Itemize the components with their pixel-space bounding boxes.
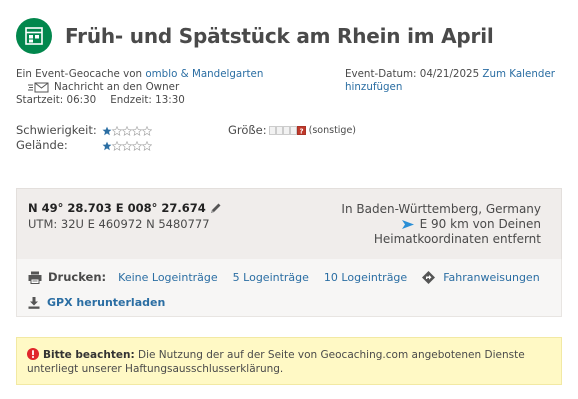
direction-arrow-icon [401, 220, 414, 229]
print-no-logs-link[interactable]: Keine Logeinträge [118, 271, 218, 284]
terrain-label: Gelände: [16, 138, 68, 152]
coordinates-panel: N 49° 28.703 E 008° 27.674 UTM: 32U E 46… [16, 188, 562, 260]
print-5-logs-link[interactable]: 5 Logeinträge [233, 271, 309, 284]
warning-icon [27, 348, 39, 360]
star-empty-icon [122, 140, 132, 151]
envelope-icon [28, 82, 49, 93]
star-empty-icon [132, 125, 142, 136]
region: In Baden-Württemberg, Germany [341, 202, 541, 216]
location-info: In Baden-Württemberg, Germany E 90 km vo… [321, 202, 541, 247]
star-empty-icon [142, 140, 152, 151]
size-rating: Größe: ? (sonstige) [228, 123, 356, 138]
event-date-block: Event-Datum: 04/21/2025 Zum Kalender hin… [345, 68, 565, 94]
terrain-row: Gelände: [16, 138, 152, 153]
start-time: Startzeit: 06:30 [16, 94, 97, 106]
coordinates: N 49° 28.703 E 008° 27.674 [28, 201, 222, 215]
star-filled-icon [102, 126, 112, 135]
utm-coordinates: UTM: 32U E 460972 N 5480777 [28, 217, 210, 231]
owner-link[interactable]: omblo & Mandelgarten [145, 68, 263, 81]
print-row: Drucken: Keine Logeinträge 5 Logeinträge… [28, 270, 555, 284]
owner-info: Ein Event-Geocache von omblo & Mandelgar… [16, 68, 336, 107]
star-empty-icon [142, 125, 152, 136]
directions-icon [422, 270, 436, 284]
message-owner-link[interactable]: Nachricht an den Owner [16, 81, 336, 94]
gpx-download-row: GPX herunterladen [28, 296, 165, 309]
terrain-stars [102, 140, 152, 151]
distance: E 90 km von Deinen [419, 217, 541, 231]
message-owner-label: Nachricht an den Owner [54, 81, 180, 93]
pencil-icon[interactable] [210, 202, 222, 214]
printer-icon [28, 271, 42, 284]
svg-text:?: ? [299, 127, 303, 135]
disclaimer-notice: Bitte beachten: Die Nutzung der auf der … [16, 337, 562, 385]
star-empty-icon [112, 125, 122, 136]
print-label: Drucken: [48, 270, 107, 284]
download-icon [28, 296, 40, 309]
distance-suffix: Heimatkoordinaten entfernt [373, 232, 541, 246]
star-empty-icon [122, 125, 132, 136]
event-date: Event-Datum: 04/21/2025 [345, 68, 480, 80]
ratings: Schwierigkeit: Gelände: [16, 123, 152, 153]
coordinates-text: N 49° 28.703 E 008° 27.674 [28, 201, 206, 215]
print-panel: Drucken: Keine Logeinträge 5 Logeinträge… [16, 259, 562, 317]
size-label: Größe: [228, 123, 267, 137]
directions-link[interactable]: Fahranweisungen [443, 271, 539, 284]
difficulty-row: Schwierigkeit: [16, 123, 152, 138]
star-filled-icon [102, 141, 112, 150]
end-time: Endzeit: 13:30 [110, 94, 185, 106]
event-cache-icon [16, 18, 52, 54]
notice-heading: Bitte beachten: [43, 349, 135, 361]
star-empty-icon [112, 140, 122, 151]
cache-header: Früh- und Spätstück am Rhein im April [16, 16, 494, 56]
difficulty-stars [102, 125, 152, 136]
gpx-download-link[interactable]: GPX herunterladen [47, 296, 165, 309]
size-value: (sonstige) [308, 125, 357, 136]
print-10-logs-link[interactable]: 10 Logeinträge [324, 271, 407, 284]
size-other-icon: ? [268, 126, 306, 135]
difficulty-label: Schwierigkeit: [16, 123, 97, 137]
star-empty-icon [132, 140, 142, 151]
page-title: Früh- und Spätstück am Rhein im April [65, 24, 494, 48]
owner-prefix: Ein Event-Geocache von [16, 68, 143, 80]
